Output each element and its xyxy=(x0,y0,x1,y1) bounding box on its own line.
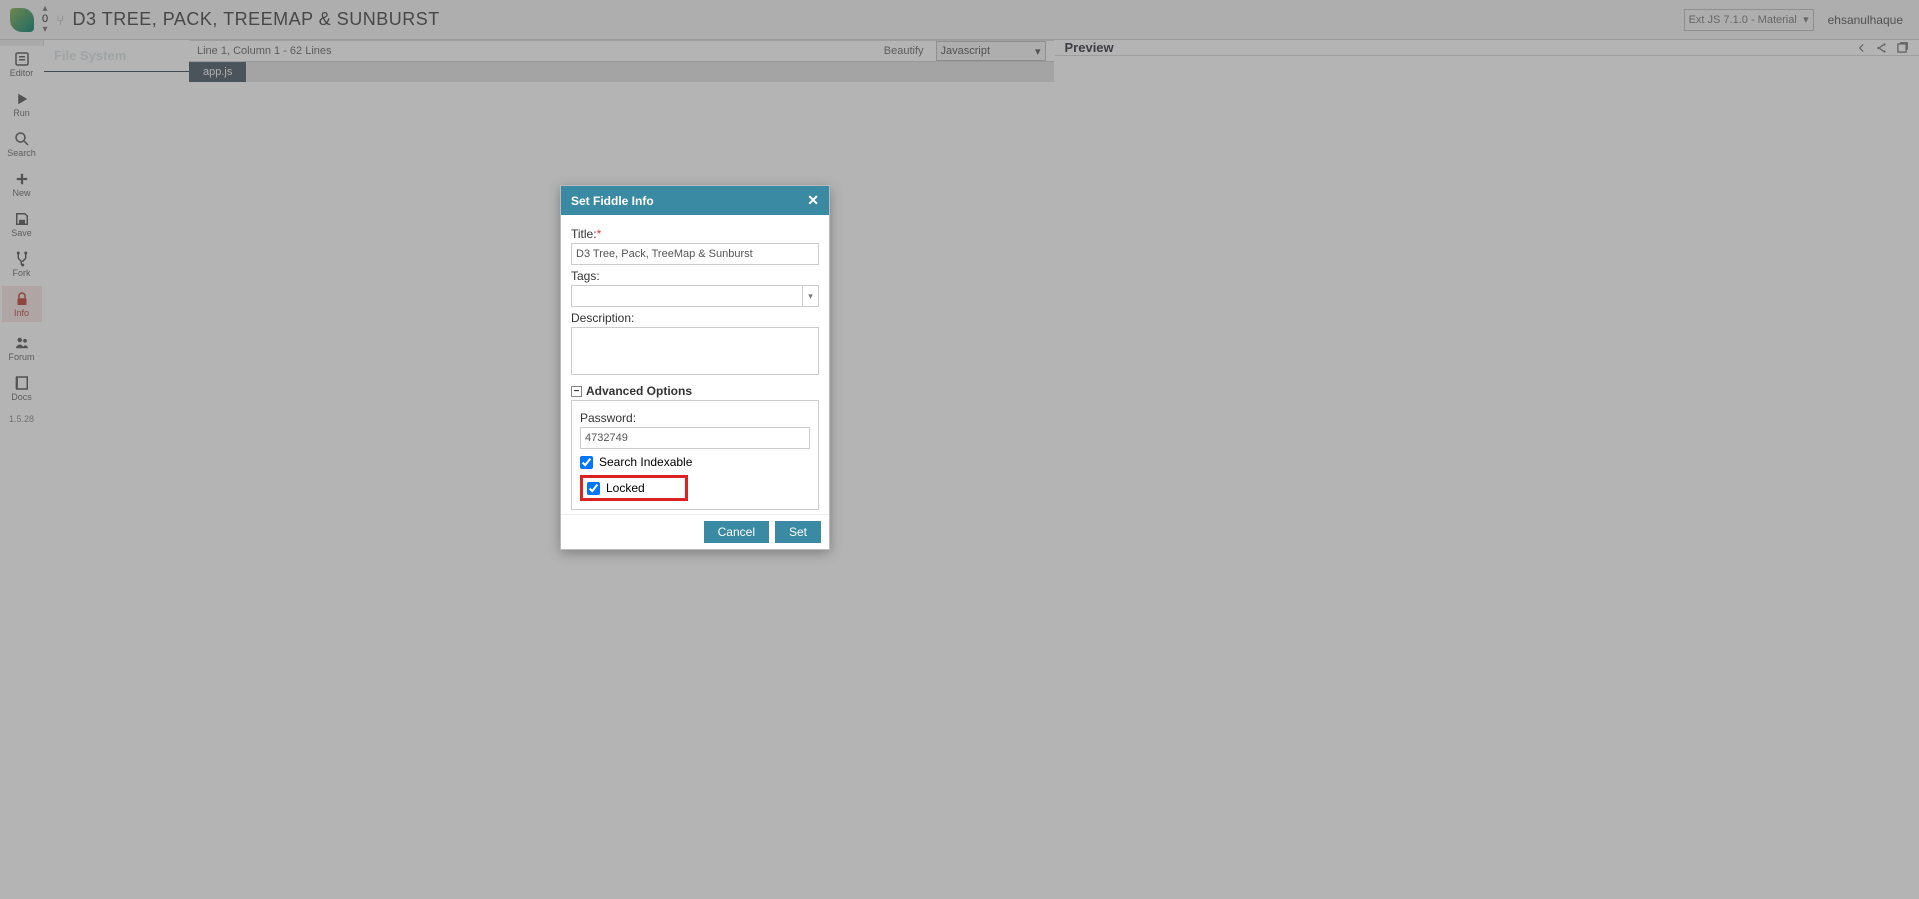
dialog-title: Set Fiddle Info xyxy=(571,194,654,208)
tags-input[interactable]: ▾ xyxy=(571,285,819,307)
description-textarea[interactable] xyxy=(571,327,819,375)
close-icon[interactable]: ✕ xyxy=(807,192,819,209)
fiddle-info-dialog: Set Fiddle Info ✕ Title:* Tags: ▾ Descri… xyxy=(560,185,830,550)
title-label: Title:* xyxy=(571,227,819,241)
dialog-footer: Cancel Set xyxy=(561,514,829,549)
password-input[interactable] xyxy=(580,427,810,449)
locked-label: Locked xyxy=(606,481,645,495)
tags-label: Tags: xyxy=(571,269,819,283)
title-input[interactable] xyxy=(571,243,819,265)
checkbox-icon[interactable] xyxy=(580,456,593,469)
dialog-body: Title:* Tags: ▾ Description: − Advanced … xyxy=(561,215,829,514)
description-label: Description: xyxy=(571,311,819,325)
advanced-options-fieldset: Password: Search Indexable Locked xyxy=(571,400,819,510)
search-indexable-checkbox[interactable]: Search Indexable xyxy=(580,455,810,469)
locked-checkbox-highlight: Locked xyxy=(580,475,688,501)
cancel-button[interactable]: Cancel xyxy=(704,521,769,543)
minus-icon[interactable]: − xyxy=(571,386,582,397)
locked-checkbox[interactable] xyxy=(587,482,600,495)
chevron-down-icon[interactable]: ▾ xyxy=(802,286,818,306)
dialog-header: Set Fiddle Info ✕ xyxy=(561,186,829,215)
password-label: Password: xyxy=(580,411,810,425)
modal-overlay[interactable] xyxy=(0,0,1919,899)
advanced-options-toggle[interactable]: − Advanced Options xyxy=(571,384,819,398)
set-button[interactable]: Set xyxy=(775,521,821,543)
